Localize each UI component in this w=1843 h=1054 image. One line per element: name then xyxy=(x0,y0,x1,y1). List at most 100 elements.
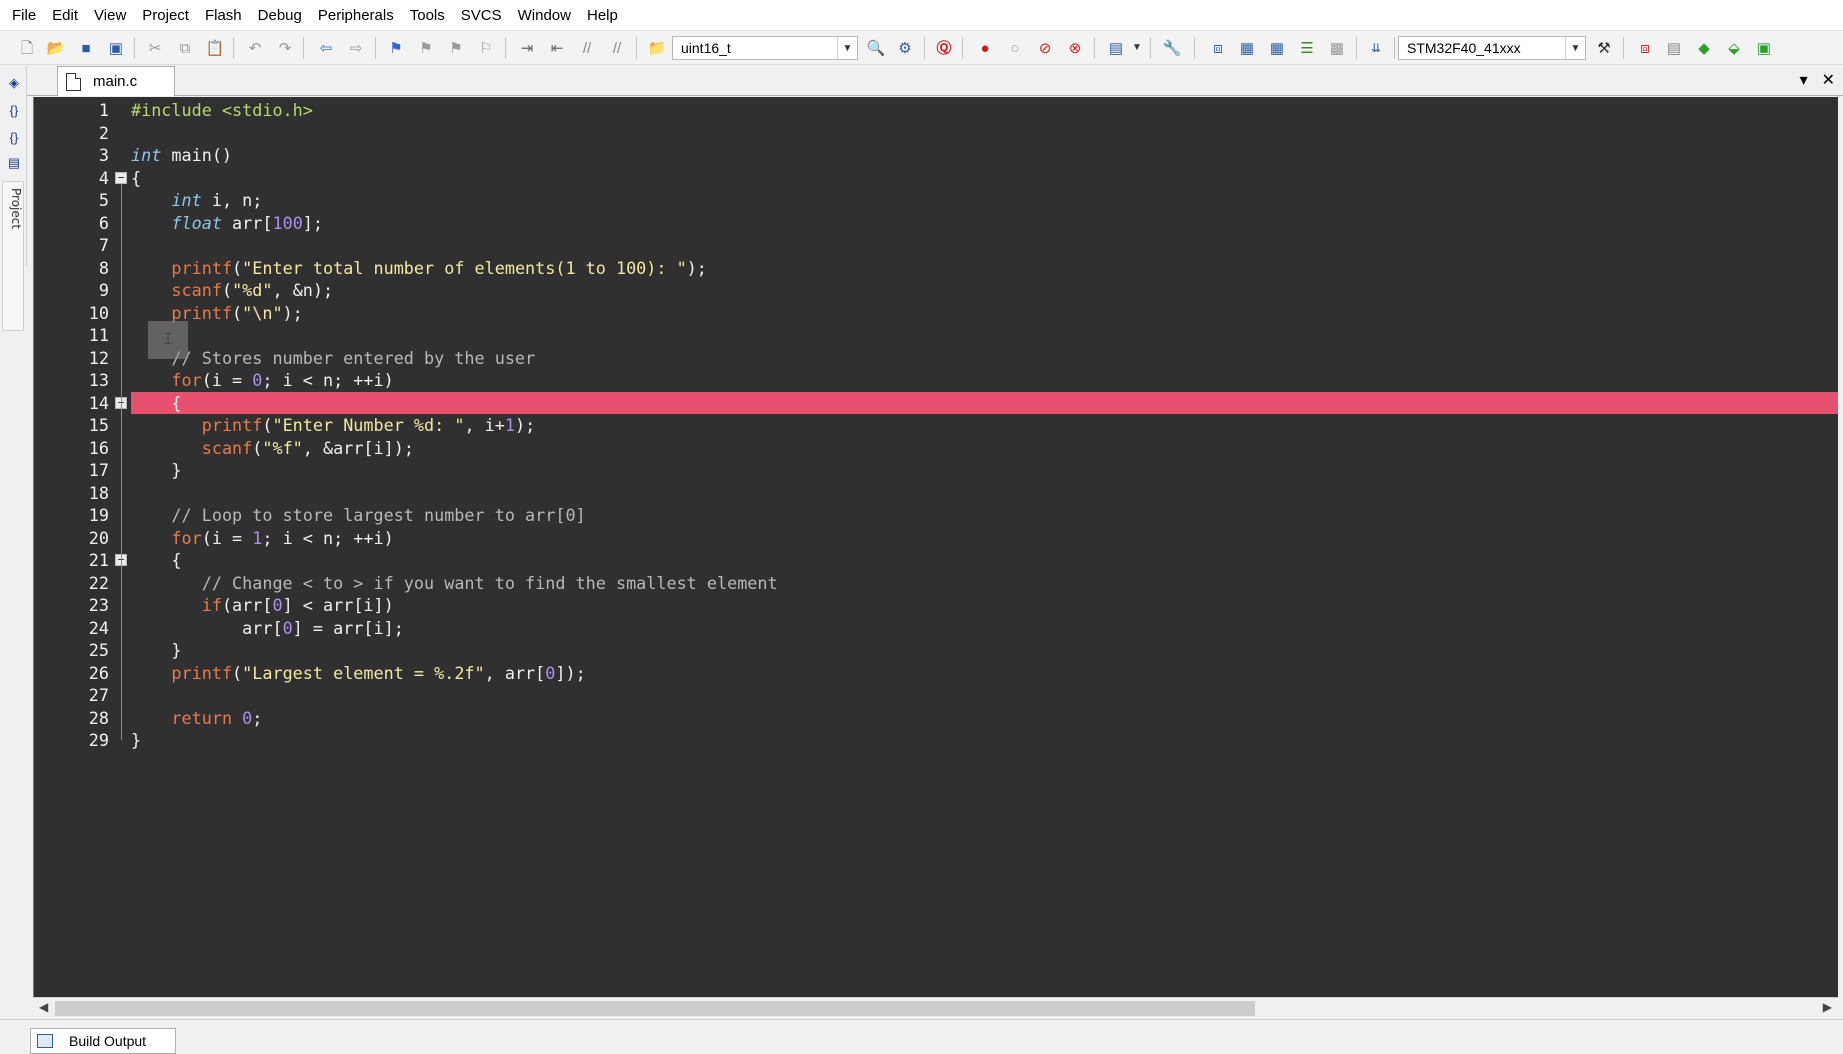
code-line[interactable]: 3 int main() xyxy=(34,144,1838,167)
code-line[interactable]: 21− { xyxy=(34,549,1838,572)
code-line[interactable]: 29} xyxy=(34,729,1838,752)
code-line[interactable]: 15 printf("Enter Number %d: ", i+1); xyxy=(34,414,1838,437)
code-line[interactable]: 10 printf("\n"); xyxy=(34,302,1838,325)
stop-build-icon[interactable]: ▩ xyxy=(1326,37,1348,59)
code-line[interactable]: 25 } xyxy=(34,639,1838,662)
breakpoint-disable-all-icon[interactable]: ⊘ xyxy=(1034,37,1056,59)
build-icon[interactable]: ▦ xyxy=(1236,37,1258,59)
cut-icon[interactable]: ✂ xyxy=(144,37,166,59)
code-line[interactable]: 24 arr[0] = arr[i]; xyxy=(34,617,1838,640)
code-line[interactable]: 4−{ xyxy=(34,167,1838,190)
code-line[interactable]: 22 // Change < to > if you want to find … xyxy=(34,572,1838,595)
breakpoint-disable-icon[interactable]: ○ xyxy=(1004,37,1026,59)
bookmark-icon[interactable]: ⚑ xyxy=(385,37,407,59)
batch-build-icon[interactable]: ☰ xyxy=(1296,37,1318,59)
uncomment-icon[interactable]: // xyxy=(606,37,628,59)
scroll-right-icon[interactable]: ▶ xyxy=(1823,1000,1832,1014)
undo-icon[interactable]: ↶ xyxy=(244,37,266,59)
indent-icon[interactable]: ⇥ xyxy=(516,37,538,59)
menu-window[interactable]: Window xyxy=(510,0,579,31)
save-icon[interactable]: ■ xyxy=(75,37,97,59)
window-layout-icon[interactable]: ▤ xyxy=(1105,37,1127,59)
find-in-files-icon[interactable]: 📁 xyxy=(646,37,668,59)
tab-main-c[interactable]: main.c xyxy=(57,66,175,96)
close-icon[interactable]: ✕ xyxy=(1822,70,1835,90)
project-window-icon[interactable]: ◈ xyxy=(3,72,25,94)
project-panel-tab[interactable]: Project xyxy=(2,181,24,331)
copy-icon[interactable]: ⧉ xyxy=(174,37,196,59)
find-icon[interactable]: 🔍 xyxy=(865,37,887,59)
code-line[interactable]: 2 xyxy=(34,122,1838,145)
manage-components-icon[interactable]: ⧈ xyxy=(1634,37,1656,59)
save-all-icon[interactable]: ▣ xyxy=(105,37,127,59)
templates-icon[interactable]: {} xyxy=(3,126,25,148)
code-line[interactable]: 13 for(i = 0; i < n; ++i) xyxy=(34,369,1838,392)
code-line[interactable]: 11 xyxy=(34,324,1838,347)
menu-peripherals[interactable]: Peripherals xyxy=(310,0,402,31)
code-line[interactable]: 19 // Loop to store largest number to ar… xyxy=(34,504,1838,527)
pack-installer-icon[interactable]: ◆ xyxy=(1693,37,1715,59)
menu-edit[interactable]: Edit xyxy=(44,0,86,31)
code-line[interactable]: 7 xyxy=(34,234,1838,257)
code-line[interactable]: 16 scanf("%f", &arr[i]); xyxy=(34,437,1838,460)
code-line[interactable]: 26 printf("Largest element = %.2f", arr[… xyxy=(34,662,1838,685)
event-recorder-icon[interactable]: ⬙ xyxy=(1723,37,1745,59)
download-icon[interactable]: ⇊ xyxy=(1365,37,1387,59)
chevron-down-icon[interactable]: ▼ xyxy=(837,37,857,59)
horizontal-scrollbar[interactable]: ◀ ▶ xyxy=(33,997,1838,1018)
chevron-down-icon[interactable]: ▼ xyxy=(1126,37,1148,59)
board-icon[interactable]: ▣ xyxy=(1753,37,1775,59)
debug-session-icon[interactable]: Ⓠ xyxy=(933,37,955,59)
menu-flash[interactable]: Flash xyxy=(197,0,250,31)
code-line[interactable]: 27 xyxy=(34,684,1838,707)
code-line[interactable]: 17 } xyxy=(34,459,1838,482)
breakpoint-icon[interactable]: ● xyxy=(974,37,996,59)
open-folder-icon[interactable]: 📂 xyxy=(45,37,67,59)
code-line[interactable]: 12 // Stores number entered by the user xyxy=(34,347,1838,370)
paste-icon[interactable]: 📋 xyxy=(204,37,226,59)
tab-build-output[interactable]: Build Output xyxy=(30,1028,176,1054)
code-line[interactable]: 6 float arr[100]; xyxy=(34,212,1838,235)
nav-back-icon[interactable]: ⇦ xyxy=(315,37,337,59)
chevron-down-icon[interactable]: ▼ xyxy=(1565,37,1585,59)
code-line[interactable]: 1 #include <stdio.h> xyxy=(34,99,1838,122)
breakpoint-kill-icon[interactable]: ⊗ xyxy=(1064,37,1086,59)
new-file-icon[interactable]: 🗋 xyxy=(16,37,38,59)
code-line[interactable]: 8 printf("Enter total number of elements… xyxy=(34,257,1838,280)
replace-icon[interactable]: ⚙ xyxy=(894,37,916,59)
menu-tools[interactable]: Tools xyxy=(402,0,453,31)
scroll-left-icon[interactable]: ◀ xyxy=(39,1000,48,1014)
code-line[interactable]: 20 for(i = 1; i < n; ++i) xyxy=(34,527,1838,550)
menu-project[interactable]: Project xyxy=(134,0,197,31)
menu-debug[interactable]: Debug xyxy=(250,0,310,31)
unindent-icon[interactable]: ⇤ xyxy=(546,37,568,59)
bookmark-clear-icon[interactable]: ⚐ xyxy=(475,37,497,59)
target-options-icon[interactable]: ⚒ xyxy=(1593,37,1615,59)
menu-file[interactable]: File xyxy=(4,0,44,31)
code-line[interactable]: 23 if(arr[0] < arr[i]) xyxy=(34,594,1838,617)
bookmark-prev-icon[interactable]: ⚑ xyxy=(415,37,437,59)
translate-icon[interactable]: ⧈ xyxy=(1207,37,1229,59)
configure-icon[interactable]: 🔧 xyxy=(1161,37,1183,59)
functions-icon[interactable]: {} xyxy=(3,99,25,121)
nav-forward-icon[interactable]: ⇨ xyxy=(345,37,367,59)
comment-icon[interactable]: // xyxy=(576,37,598,59)
menu-help[interactable]: Help xyxy=(579,0,626,31)
code-line[interactable]: 9 scanf("%d", &n); xyxy=(34,279,1838,302)
code-editor[interactable]: 1 #include <stdio.h> 2 3 int main() 4−{5 int … xyxy=(33,97,1838,997)
find-combo[interactable]: uint16_t ▼ xyxy=(672,36,858,60)
menu-view[interactable]: View xyxy=(86,0,134,31)
code-line[interactable]: 5 int i, n; xyxy=(34,189,1838,212)
code-line[interactable]: 18 xyxy=(34,482,1838,505)
tab-list-icon[interactable]: ▾ xyxy=(1800,70,1808,90)
select-packs-icon[interactable]: ▤ xyxy=(1663,37,1685,59)
rebuild-icon[interactable]: ▦ xyxy=(1266,37,1288,59)
fold-toggle-icon[interactable]: − xyxy=(115,171,127,184)
bookmark-next-icon[interactable]: ⚑ xyxy=(445,37,467,59)
menu-svcs[interactable]: SVCS xyxy=(453,0,510,31)
redo-icon[interactable]: ↷ xyxy=(274,37,296,59)
code-line[interactable]: 28 return 0; xyxy=(34,707,1838,730)
target-combo[interactable]: STM32F40_41xxx ▼ xyxy=(1398,36,1586,60)
code-line[interactable]: 14− { xyxy=(89,391,1838,414)
scrollbar-thumb[interactable] xyxy=(55,1001,1255,1016)
